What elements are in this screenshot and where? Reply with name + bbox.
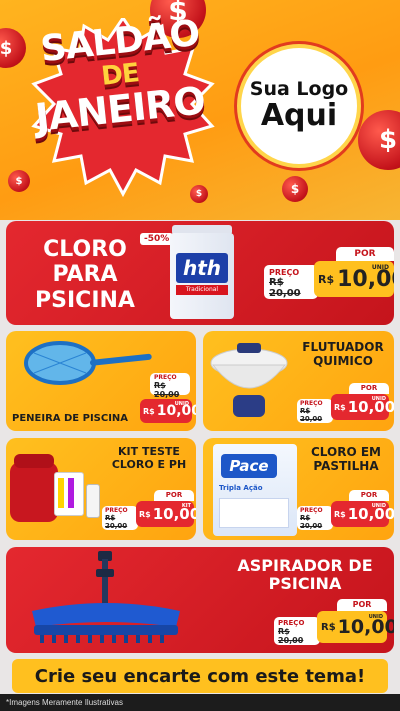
product-name: KIT TESTE CLORO E PH [111,445,187,471]
product-card-aspirador[interactable]: ASPIRADOR DE PSICINA PREÇO R$ 20,00 POR … [6,547,394,653]
coin-icon: $ [8,170,30,192]
product-image-vacuum-head [32,551,180,643]
sale-title: SALDÃO DE JANEIRO [30,13,210,140]
product-card-cloro[interactable]: CLORO PARA PSICINA -50% hth Tradicional … [6,221,394,325]
coin-icon: $ [358,110,400,170]
product-image-bucket: hth Tradicional [168,225,236,321]
logo-line-1: Sua Logo [249,78,349,101]
product-image-kit [10,454,102,528]
disclaimer-text: *Imagens Meramente Ilustrativas [0,694,400,711]
logo-placeholder[interactable]: Sua Logo Aqui [237,44,361,168]
price-block: PREÇO R$ 20,00 POR R$ 10,00 UNID [274,599,394,649]
coin-icon: $ [282,176,308,202]
product-card-peneira[interactable]: PENEIRA DE PISCINA PREÇO R$ 20,00 R$ 10,… [6,331,196,431]
product-image-net [24,341,152,385]
product-card-kit-teste[interactable]: KIT TESTE CLORO E PH PREÇO R$ 20,00 POR … [6,438,196,540]
product-name: PENEIRA DE PISCINA [12,413,129,424]
hero-banner: $ $ $ $ $ $ SALDÃO DE JANEIRO Sua Logo A… [0,0,400,220]
product-image-pace-bag: Pace Tripla Ação [213,444,297,536]
price-block: PREÇO R$ 20,00 POR R$ 10,00 UNID [297,383,394,425]
product-card-cloro-pastilha[interactable]: Pace Tripla Ação CLORO EM PASTILHA PREÇO… [203,438,394,540]
cta-banner[interactable]: Crie seu encarte com este tema! [12,659,388,693]
product-card-flutuador[interactable]: FLUTUADOR QUIMICO PREÇO R$ 20,00 POR R$ … [203,331,394,431]
product-name: ASPIRADOR DE PSICINA [237,556,373,594]
product-name: CLORO EM PASTILHA [311,445,381,473]
price-block: PREÇO R$ 20,00 POR R$ 10,00 KIT [102,490,196,532]
price-block: PREÇO R$ 20,00 POR R$ 10,00 UNID [297,490,394,532]
coin-icon: $ [0,28,26,68]
product-name: FLUTUADOR QUIMICO [302,340,384,368]
product-image-floater [210,343,288,417]
logo-line-2: Aqui [260,98,338,134]
price-block: PREÇO R$ 20,00 POR R$ 10,00 UNID [264,247,394,305]
price-block: PREÇO R$ 20,00 R$ 10,00 UNID [140,373,196,427]
product-name: CLORO PARA PSICINA [35,237,135,313]
